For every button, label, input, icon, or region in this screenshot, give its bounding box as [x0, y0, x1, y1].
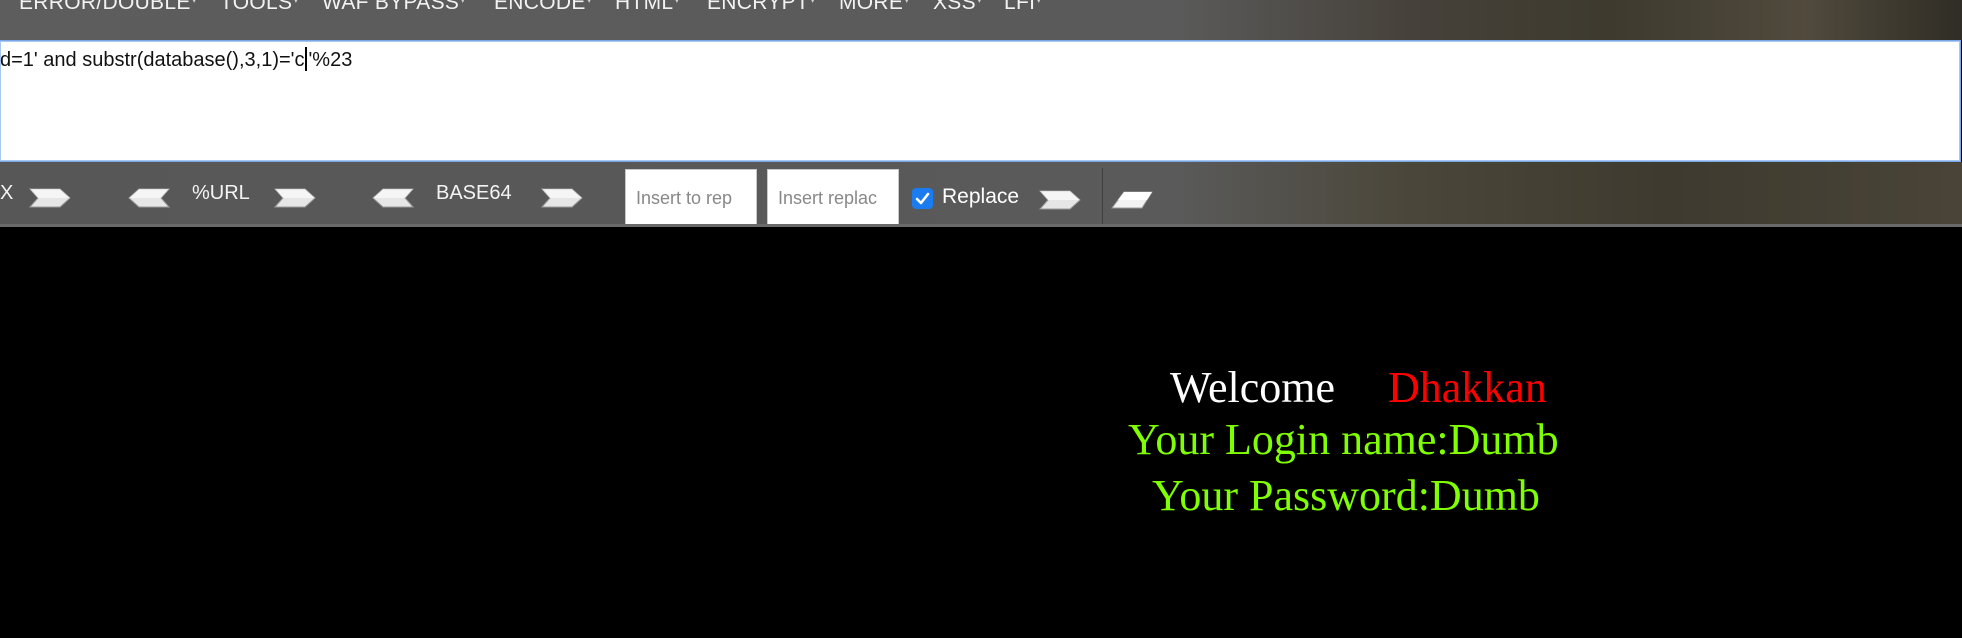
- caret-down-icon: ▾: [191, 0, 197, 6]
- insert-replacement-input[interactable]: Insert replac: [767, 169, 899, 225]
- toolbar-bottom-border: [0, 224, 1962, 227]
- menu-label: LFI: [1004, 0, 1036, 14]
- replace-label: Replace: [942, 185, 1020, 208]
- menu-waf-bypass[interactable]: WAF BYPASS▾: [322, 0, 466, 15]
- password-text: Your Password:Dumb: [1152, 471, 1540, 520]
- username-text: Dhakkan: [1388, 363, 1547, 412]
- swap-arrow-icon[interactable]: [1110, 189, 1154, 211]
- hex-encode-right-arrow-icon[interactable]: [28, 187, 72, 209]
- toolbar-divider: [1102, 168, 1103, 226]
- replace-checkbox[interactable]: [912, 188, 933, 209]
- url-encode-right-arrow-icon[interactable]: [273, 187, 317, 209]
- welcome-text: Welcome: [1170, 363, 1336, 412]
- caret-down-icon: ▾: [674, 0, 680, 6]
- menu-label: ENCODE: [494, 0, 586, 14]
- caret-down-icon: ▾: [586, 0, 592, 6]
- login-name-text: Your Login name:Dumb: [1128, 415, 1559, 464]
- caret-down-icon: ▾: [976, 0, 983, 6]
- hackbar-menu: ERROR/DOUBLE▾ TOOLS▾ WAF BYPASS▾ ENCODE▾…: [0, 0, 1962, 40]
- menu-label: TOOLS: [220, 0, 293, 14]
- base64-decode-left-arrow-icon[interactable]: [371, 187, 415, 209]
- base64-encode-right-arrow-icon[interactable]: [540, 187, 584, 209]
- caret-down-icon: ▾: [293, 0, 299, 6]
- menu-label: HTML: [615, 0, 674, 14]
- base64-label: BASE64: [436, 182, 512, 204]
- insert-to-replace-input[interactable]: Insert to rep: [625, 169, 757, 225]
- replace-right-arrow-icon[interactable]: [1038, 189, 1082, 211]
- caret-down-icon: ▾: [460, 0, 466, 6]
- menu-more[interactable]: MORE▾: [839, 0, 910, 15]
- hex-label: X: [0, 182, 14, 204]
- menu-encode[interactable]: ENCODE▾: [494, 0, 592, 15]
- caret-down-icon: ▾: [810, 0, 816, 6]
- url-encode-label: %URL: [192, 182, 250, 204]
- menu-label: MORE: [839, 0, 904, 14]
- menu-lfi[interactable]: LFI▾: [1004, 0, 1042, 15]
- url-decode-left-arrow-icon[interactable]: [127, 187, 171, 209]
- url-after-caret: '%23: [308, 49, 353, 71]
- menu-error-double[interactable]: ERROR/DOUBLE▾: [19, 0, 197, 15]
- menu-tools[interactable]: TOOLS▾: [220, 0, 299, 15]
- url-before-caret: d=1' and substr(database(),3,1)='c: [0, 49, 305, 71]
- menu-label: XSS: [933, 0, 976, 14]
- menu-label: ENCRYPT: [707, 0, 810, 14]
- menu-label: ERROR/DOUBLE: [19, 0, 191, 14]
- menu-html[interactable]: HTML▾: [615, 0, 680, 15]
- checkmark-icon: [915, 192, 930, 205]
- menu-encrypt[interactable]: ENCRYPT▾: [707, 0, 815, 15]
- caret-down-icon: ▾: [904, 0, 910, 6]
- url-text[interactable]: d=1' and substr(database(),3,1)='c '%23: [0, 47, 352, 72]
- menu-label: WAF BYPASS: [322, 0, 460, 14]
- caret-down-icon: ▾: [1036, 0, 1042, 6]
- menu-xss[interactable]: XSS▾: [933, 0, 982, 15]
